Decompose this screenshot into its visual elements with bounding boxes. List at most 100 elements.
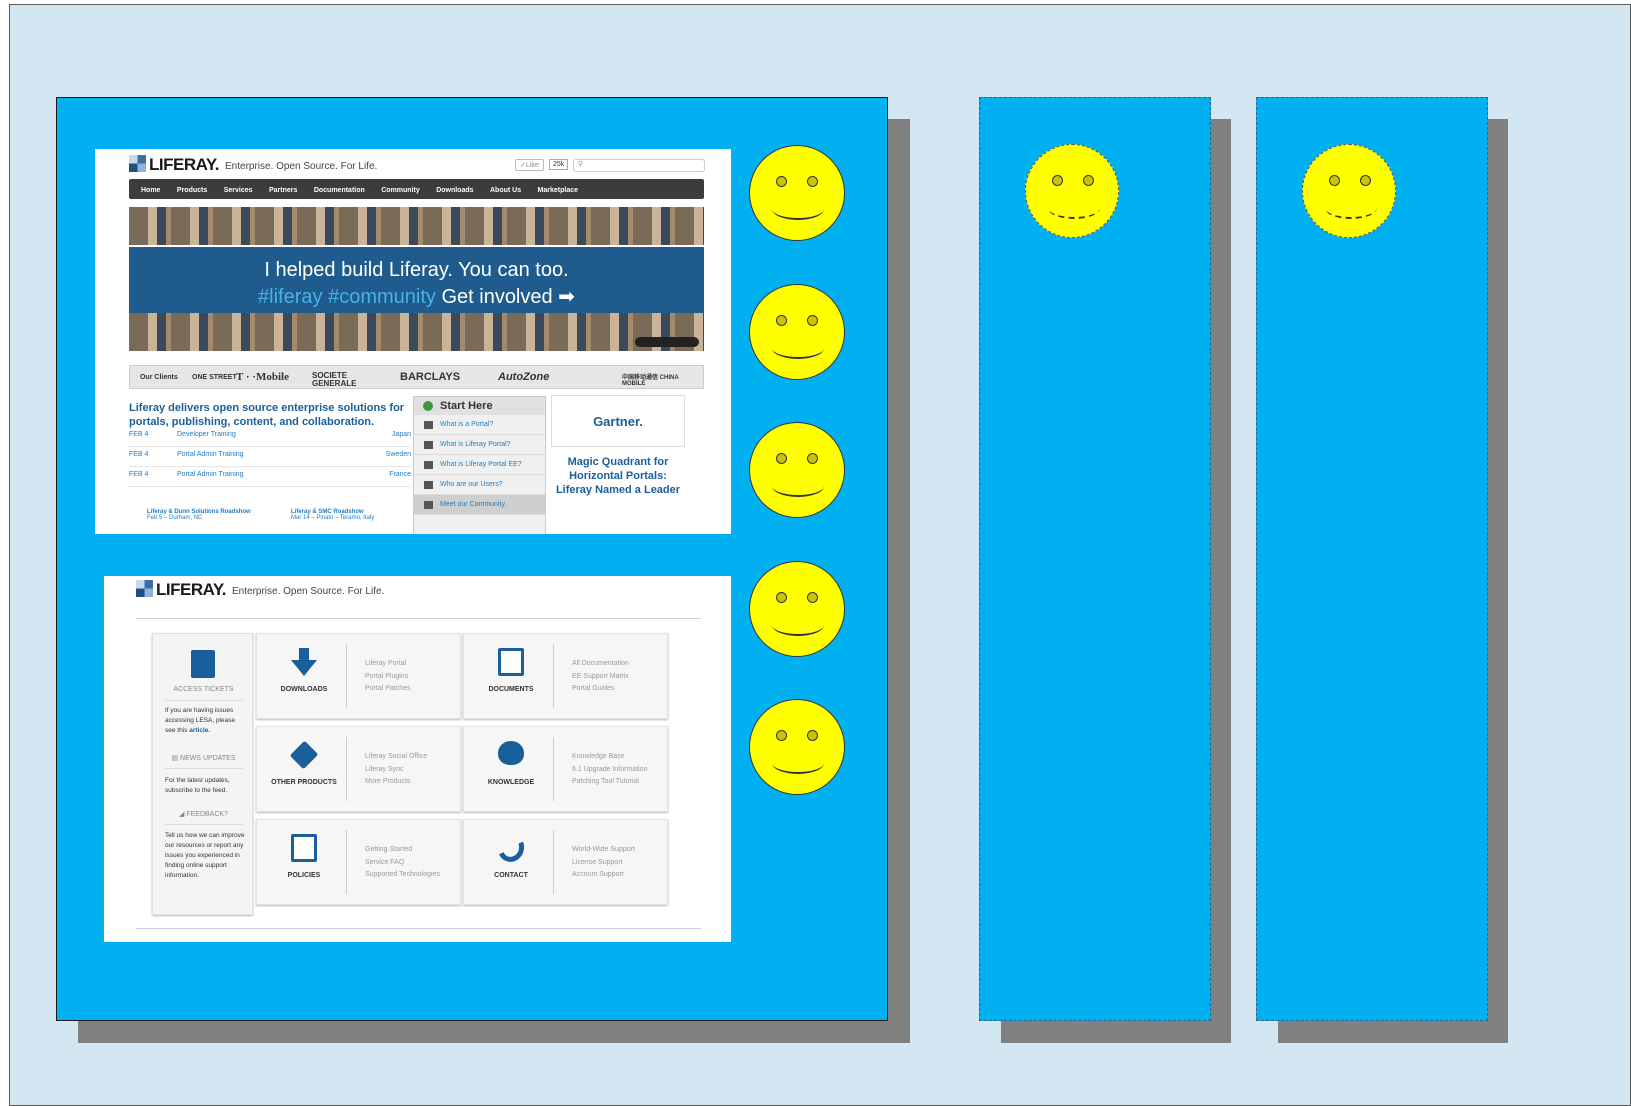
card-divider <box>553 737 554 801</box>
card-link[interactable]: World-Wide Support <box>572 844 635 857</box>
knowledge-card[interactable]: KNOWLEDGE Knowledge Base 6.1 Upgrade Inf… <box>463 726 668 812</box>
hero-cta-link[interactable]: Get involved ➡ <box>441 286 575 308</box>
smiley-eye <box>1083 175 1094 186</box>
gartner-text[interactable]: Magic Quadrant for Horizontal Portals: L… <box>551 455 685 497</box>
nav-marketplace[interactable]: Marketplace <box>538 181 578 201</box>
nav-services[interactable]: Services <box>224 181 253 201</box>
search-icon: ⚲ <box>578 161 584 168</box>
client-logo: SOCIETE GENERALE <box>312 371 357 388</box>
card-link[interactable]: EE Support Matrix <box>572 671 629 684</box>
search-input[interactable]: ⚲ <box>573 159 705 172</box>
event-date: FEB 4 <box>129 431 149 438</box>
access-tickets-title: ACCESS TICKETS <box>173 686 234 693</box>
hero-hashtags: #liferay #community <box>258 286 436 308</box>
card-link[interactable]: Liferay Sync <box>365 764 427 777</box>
card-links: Getting Started Service FAQ Supported Te… <box>365 844 440 882</box>
liferay-logo: LIFERAY. <box>136 580 227 600</box>
feedback-title: ◢ FEEDBACK? <box>179 811 228 818</box>
card-divider <box>553 644 554 708</box>
card-link[interactable]: Liferay Portal <box>365 658 411 671</box>
event-row[interactable]: FEB 4 Portal Admin Training France <box>129 467 411 487</box>
carousel-controls[interactable] <box>635 337 699 347</box>
start-here-item[interactable]: What is Liferay Portal? <box>414 435 545 455</box>
policies-card[interactable]: POLICIES Getting Started Service FAQ Sup… <box>256 819 461 905</box>
start-here-item[interactable]: What is Liferay Portal EE? <box>414 455 545 475</box>
policies-icon <box>291 834 317 862</box>
hero-subline: #liferay #community Get involved ➡ <box>129 284 704 309</box>
smiley-face-icon[interactable] <box>1025 144 1119 238</box>
client-logo: T · ·Mobile <box>236 371 289 383</box>
start-here-item[interactable]: What is a Portal? <box>414 415 545 435</box>
nav-downloads[interactable]: Downloads <box>436 181 473 201</box>
newspaper-icon: ▤ <box>171 755 181 762</box>
download-arrow-icon <box>291 660 317 676</box>
downloads-card[interactable]: DOWNLOADS Liferay Portal Portal Plugins … <box>256 633 461 719</box>
cube-icon <box>289 740 319 770</box>
liferay-logo-mark-icon <box>129 155 146 172</box>
liferay-support-screenshot[interactable]: LIFERAY. Enterprise. Open Source. For Li… <box>104 576 731 942</box>
card-link[interactable]: Patching Tool Tutorial <box>572 776 648 789</box>
card-link[interactable]: Knowledge Base <box>572 751 648 764</box>
start-here-item[interactable]: Meet our Community. <box>414 495 545 515</box>
sidebar-divider <box>165 700 243 701</box>
hero-banner[interactable]: I helped build Liferay. You can too. #li… <box>129 247 704 322</box>
roadshow-link[interactable]: Liferay & SMC Roadshow Mar 14 – Pinato – … <box>291 509 374 521</box>
card-link[interactable]: Getting Started <box>365 844 440 857</box>
event-row[interactable]: FEB 4 Portal Admin Training Sweden <box>129 447 411 467</box>
column-panel-2[interactable] <box>1256 97 1488 1021</box>
like-button[interactable]: ✓Like <box>515 159 544 171</box>
card-link[interactable]: All Documentation <box>572 658 629 671</box>
phone-icon <box>493 830 529 866</box>
card-link[interactable]: Supported Technologies <box>365 869 440 882</box>
liferay-logo-mark-icon <box>136 580 153 597</box>
card-link[interactable]: Account Support <box>572 869 635 882</box>
article-link[interactable]: article. <box>189 727 210 734</box>
start-here-item[interactable]: Who are our Users? <box>414 475 545 495</box>
event-date: FEB 4 <box>129 471 149 478</box>
card-links: Knowledge Base 6.1 Upgrade Information P… <box>572 751 648 789</box>
nav-products[interactable]: Products <box>177 181 207 201</box>
access-tickets-icon <box>191 650 215 678</box>
nav-documentation[interactable]: Documentation <box>314 181 365 201</box>
smiley-face-icon[interactable] <box>749 284 845 380</box>
liferay-homepage-screenshot[interactable]: LIFERAY. Enterprise. Open Source. For Li… <box>95 149 731 534</box>
card-link[interactable]: License Support <box>572 857 635 870</box>
event-title[interactable]: Portal Admin Training <box>177 471 244 478</box>
card-title: POLICIES <box>287 872 321 879</box>
community-faces-bottom <box>129 313 704 351</box>
card-links: Liferay Portal Portal Plugins Portal Pat… <box>365 658 411 696</box>
documents-card[interactable]: DOCUMENTS All Documentation EE Support M… <box>463 633 668 719</box>
card-link[interactable]: Portal Guides <box>572 683 629 696</box>
smiley-face-icon[interactable] <box>749 145 845 241</box>
smiley-face-icon[interactable] <box>1302 144 1396 238</box>
column-panel-1[interactable] <box>979 97 1211 1021</box>
news-updates-text: For the latest updates, subscribe to the… <box>165 777 230 794</box>
smiley-face-icon[interactable] <box>749 561 845 657</box>
card-links: All Documentation EE Support Matrix Port… <box>572 658 629 696</box>
contact-card[interactable]: CONTACT World-Wide Support License Suppo… <box>463 819 668 905</box>
smiley-face-icon[interactable] <box>749 422 845 518</box>
event-row[interactable]: FEB 4 Developer Training Japan <box>129 427 411 447</box>
access-tickets-text: If you are having issues accessing LESA,… <box>165 707 236 734</box>
nav-about-us[interactable]: About Us <box>490 181 521 201</box>
card-link[interactable]: 6.1 Upgrade Information <box>572 764 648 777</box>
card-link[interactable]: Liferay Social Office <box>365 751 427 764</box>
tagline: Enterprise. Open Source. For Life. <box>225 161 378 172</box>
card-title: KNOWLEDGE <box>487 779 535 786</box>
card-link[interactable]: Portal Patches <box>365 683 411 696</box>
card-link[interactable]: Service FAQ <box>365 857 440 870</box>
smiley-face-icon[interactable] <box>749 699 845 795</box>
client-logo: ONE STREET <box>192 374 237 381</box>
footer-divider <box>136 928 701 929</box>
card-link[interactable]: More Products <box>365 776 427 789</box>
roadshow-link[interactable]: Liferay & Dunn Solutions Roadshow Feb 5 –… <box>147 509 251 521</box>
nav-home[interactable]: Home <box>141 181 160 201</box>
event-title[interactable]: Portal Admin Training <box>177 451 244 458</box>
other-products-card[interactable]: OTHER PRODUCTS Liferay Social Office Lif… <box>256 726 461 812</box>
nav-community[interactable]: Community <box>381 181 420 201</box>
gartner-logo[interactable]: Gartner. <box>551 395 685 447</box>
card-link[interactable]: Portal Plugins <box>365 671 411 684</box>
nav-partners[interactable]: Partners <box>269 181 297 201</box>
smiley-eye <box>1052 175 1063 186</box>
event-title[interactable]: Developer Training <box>177 431 236 438</box>
